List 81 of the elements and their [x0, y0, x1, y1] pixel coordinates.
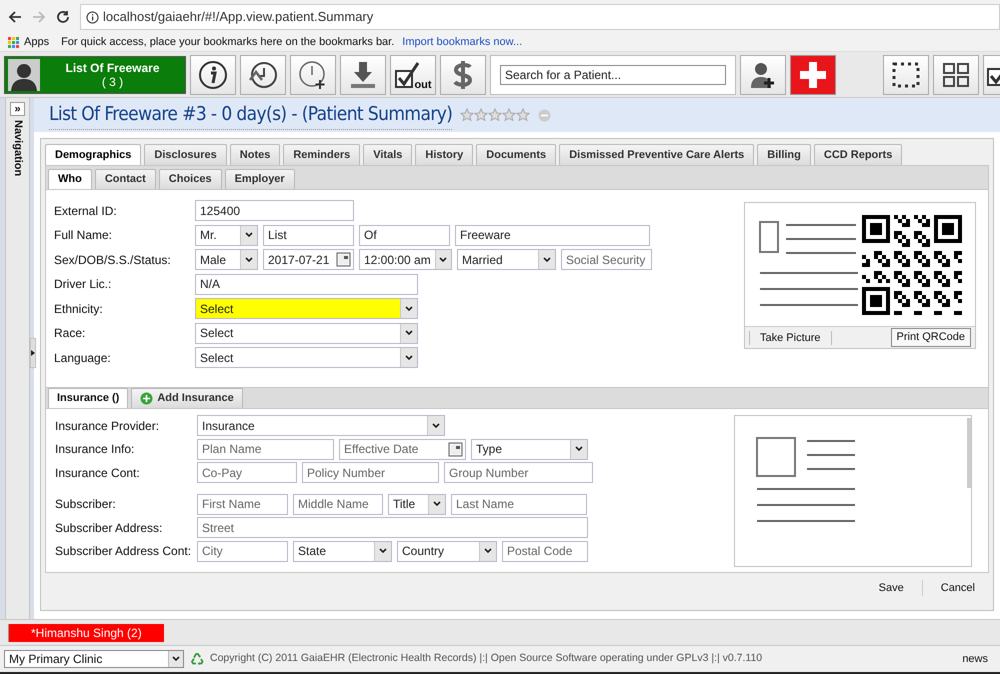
dropdown-field[interactable]: Mr.: [195, 224, 258, 246]
tab[interactable]: Reminders: [283, 144, 360, 165]
field-label: Language:: [54, 350, 112, 366]
field-label: Insurance Provider:: [55, 418, 160, 434]
dropdown-field[interactable]: Country: [397, 540, 497, 562]
tab[interactable]: Documents: [476, 144, 556, 165]
tab[interactable]: Billing: [757, 144, 811, 165]
tab[interactable]: Insurance (): [48, 388, 128, 408]
field-label: External ID:: [54, 202, 118, 220]
field-label: Full Name:: [54, 227, 114, 244]
dropdown-field[interactable]: Insurance: [197, 415, 445, 436]
tab[interactable]: Vitals: [363, 144, 412, 165]
text-field[interactable]: 125400: [195, 200, 354, 221]
tab[interactable]: History: [415, 144, 474, 165]
field-label: Subscriber Address Cont:: [55, 543, 192, 560]
field-label: Subscriber Address:: [55, 520, 164, 536]
url-text: localhost/gaiaehr/#!/App.view.patient.Summary: [103, 8, 374, 26]
field-label: Insurance Cont:: [55, 464, 141, 482]
tab[interactable]: Notes: [230, 144, 280, 165]
dropdown-field[interactable]: Married: [457, 249, 556, 270]
address-bar[interactable]: localhost/gaiaehr/#!/App.view.patient.Summary: [80, 4, 1000, 30]
open-patient-tab[interactable]: *Himanshu Singh (2): [8, 624, 164, 642]
dropdown-field[interactable]: Select: [195, 322, 418, 344]
field-label: Sex/DOB/S.S./Status:: [54, 252, 172, 268]
text-field[interactable]: Co-Pay: [197, 462, 297, 483]
tab[interactable]: Who: [48, 169, 92, 189]
text-field[interactable]: City: [197, 540, 288, 562]
tab[interactable]: CCD Reports: [814, 144, 902, 165]
text-field[interactable]: Last Name: [451, 494, 587, 514]
navigation-label: Navigation: [10, 120, 25, 176]
text-field[interactable]: N/A: [195, 274, 418, 294]
patient-button[interactable]: List Of Freeware ( 3 ): [4, 56, 186, 94]
field-label: Insurance Info:: [55, 441, 136, 458]
patient-search-field[interactable]: Search for a Patient...: [500, 64, 726, 84]
page-title: List Of Freeware #3 - 0 day(s) - (Patient Summary): [49, 100, 452, 130]
dropdown-field[interactable]: Type: [471, 438, 588, 460]
text-field[interactable]: First Name: [197, 494, 288, 514]
text-field[interactable]: Policy Number: [302, 462, 439, 483]
take-picture-button[interactable]: Take Picture: [749, 330, 832, 344]
field-label: Ethnicity:: [54, 300, 104, 318]
date-field[interactable]: 2017-07-21: [263, 249, 354, 270]
tab[interactable]: Dismissed Preventive Care Alerts: [559, 144, 754, 165]
copyright-text: Copyright (C) 2011 GaiaEHR (Electronic Health Records) |:| Open Source Software operating under GPLv3 |:| v0.7.110: [210, 651, 762, 666]
field-label: Subscriber:: [55, 496, 117, 513]
text-field[interactable]: Freeware: [455, 224, 650, 246]
text-field[interactable]: Group Number: [444, 462, 593, 483]
dropdown-field[interactable]: Male: [195, 249, 258, 270]
dropdown-field[interactable]: 12:00:00 am: [359, 249, 452, 270]
tab[interactable]: Employer: [224, 169, 295, 189]
checkout-button[interactable]: out: [390, 54, 436, 94]
date-field[interactable]: Effective Date: [339, 438, 466, 460]
text-field[interactable]: Postal Code: [502, 540, 588, 562]
text-field[interactable]: List: [263, 224, 354, 246]
save-button[interactable]: Save: [860, 580, 923, 596]
expand-button[interactable]: »: [10, 102, 25, 116]
dropdown-field[interactable]: Select: [195, 347, 418, 368]
dropdown-field[interactable]: Select: [195, 298, 418, 319]
tab[interactable]: Demographics: [45, 144, 142, 165]
text-field[interactable]: Plan Name: [197, 438, 334, 460]
news-link[interactable]: news: [962, 650, 988, 668]
navigation-panel[interactable]: » Navigation: [5, 98, 30, 619]
tab[interactable]: Contact: [94, 169, 156, 189]
text-field[interactable]: Middle Name: [293, 494, 383, 514]
patient-name: List Of Freeware: [65, 60, 160, 74]
field-label: Race:: [54, 325, 86, 342]
text-field[interactable]: Social Security: [561, 249, 652, 270]
text-field[interactable]: Street: [197, 517, 588, 538]
print-qrcode-button[interactable]: Print QRCode: [890, 328, 971, 347]
field-label: Driver Lic.:: [54, 276, 112, 293]
text-field[interactable]: Of: [359, 224, 450, 246]
clinic-dropdown[interactable]: My Primary Clinic: [4, 650, 184, 668]
bookmarks-message: For quick access, place your bookmarks here on the bookmarks bar.: [61, 35, 394, 50]
tab[interactable]: Disclosures: [144, 144, 227, 165]
apps-link[interactable]: Apps: [24, 34, 50, 51]
dropdown-field[interactable]: State: [293, 540, 392, 562]
patient-count: ( 3 ): [102, 74, 124, 88]
cancel-button[interactable]: Cancel: [922, 580, 983, 596]
add-insurance-tab[interactable]: Add Insurance: [131, 388, 243, 408]
tab[interactable]: Choices: [158, 169, 222, 189]
import-bookmarks-link[interactable]: Import bookmarks now...: [402, 34, 522, 51]
dropdown-field[interactable]: Title: [388, 494, 446, 514]
